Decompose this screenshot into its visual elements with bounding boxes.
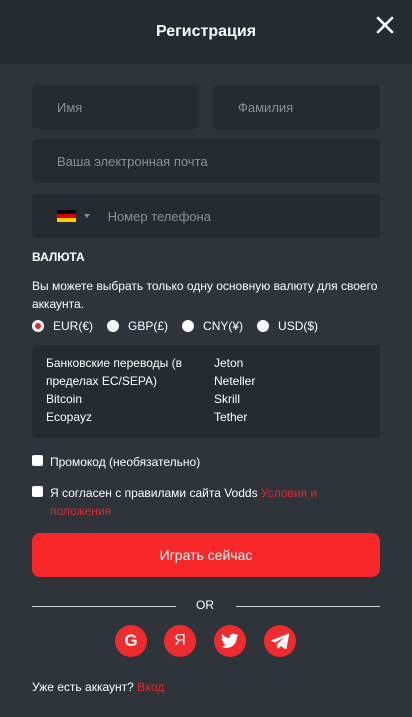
or-text: OR bbox=[196, 598, 214, 612]
payment-method: Neteller bbox=[214, 374, 256, 388]
currency-option-label: CNY(¥) bbox=[203, 319, 244, 333]
telegram-login-button[interactable] bbox=[264, 625, 296, 657]
last-name-input[interactable] bbox=[238, 99, 380, 115]
currency-label: ВАЛЮТА bbox=[32, 250, 85, 264]
first-name-input[interactable] bbox=[57, 99, 199, 115]
yandex-icon: Я bbox=[174, 632, 186, 649]
payment-methods-col-2: Jeton Neteller Skrill Tether bbox=[214, 354, 255, 429]
terms-checkbox[interactable] bbox=[32, 486, 43, 497]
phone-field[interactable] bbox=[32, 194, 380, 238]
payment-method: Ecopayz bbox=[46, 410, 93, 424]
close-button[interactable] bbox=[374, 14, 396, 36]
terms-checkbox-row[interactable]: Я согласен с правилами сайта Vodds Услов… bbox=[32, 484, 352, 520]
twitter-icon bbox=[221, 633, 239, 648]
currency-options: EUR(€) GBP(£) CNY(¥) USD($) bbox=[32, 318, 382, 334]
radio-cny[interactable] bbox=[182, 320, 195, 332]
twitter-login-button[interactable] bbox=[214, 625, 246, 657]
divider-left bbox=[32, 606, 176, 607]
play-now-button[interactable]: Играть сейчас bbox=[32, 533, 380, 577]
phone-input[interactable] bbox=[107, 208, 380, 224]
currency-option-label: GBP(£) bbox=[128, 319, 169, 333]
google-icon: G bbox=[124, 631, 138, 650]
google-login-button[interactable]: G bbox=[115, 625, 147, 657]
promo-checkbox[interactable] bbox=[32, 455, 43, 466]
radio-eur[interactable] bbox=[32, 320, 44, 332]
terms-text: Я согласен с правилами сайта Vodds bbox=[50, 486, 261, 500]
payment-method: Bitcoin bbox=[46, 392, 83, 406]
header: Регистрация bbox=[0, 0, 412, 64]
telegram-icon bbox=[271, 633, 289, 649]
radio-usd[interactable] bbox=[257, 320, 270, 332]
promo-checkbox-row[interactable]: Промокод (необязательно) bbox=[32, 453, 200, 471]
currency-note: Вы можете выбрать только одну основную в… bbox=[32, 279, 378, 311]
yandex-login-button[interactable]: Я bbox=[164, 625, 196, 657]
login-link[interactable]: Вход bbox=[137, 680, 164, 694]
close-icon bbox=[376, 16, 394, 34]
payment-methods-box: Банковские переводы (в пределах ЕС/SEPA)… bbox=[32, 345, 380, 438]
email-field[interactable] bbox=[32, 139, 380, 183]
chevron-down-icon[interactable] bbox=[83, 214, 90, 218]
promo-label: Промокод (необязательно) bbox=[50, 455, 201, 469]
payment-method: Jeton bbox=[214, 356, 244, 370]
first-name-field[interactable] bbox=[32, 85, 199, 129]
payment-method: Skrill bbox=[214, 392, 240, 406]
payment-method: Банковские переводы (в пределах ЕС/SEPA) bbox=[46, 356, 182, 388]
email-input[interactable] bbox=[57, 153, 380, 169]
currency-option-eur[interactable]: EUR(€) bbox=[32, 319, 93, 333]
currency-option-label: USD($) bbox=[278, 319, 319, 333]
payment-methods-col-1: Банковские переводы (в пределах ЕС/SEPA)… bbox=[46, 354, 214, 429]
germany-flag-icon[interactable] bbox=[57, 209, 76, 223]
currency-option-gbp[interactable]: GBP(£) bbox=[107, 319, 168, 333]
currency-option-usd[interactable]: USD($) bbox=[257, 319, 318, 333]
login-row: Уже есть аккаунт? Вход bbox=[32, 680, 164, 694]
divider-right bbox=[236, 606, 380, 607]
login-text: Уже есть аккаунт? bbox=[32, 680, 138, 694]
currency-option-cny[interactable]: CNY(¥) bbox=[182, 319, 243, 333]
currency-option-label: EUR(€) bbox=[53, 319, 94, 333]
last-name-field[interactable] bbox=[213, 85, 380, 129]
terms-text-wrap: Я согласен с правилами сайта Vodds Услов… bbox=[50, 484, 352, 520]
payment-method: Tether bbox=[214, 410, 248, 424]
radio-gbp[interactable] bbox=[107, 320, 120, 332]
page-title: Регистрация bbox=[155, 23, 257, 40]
